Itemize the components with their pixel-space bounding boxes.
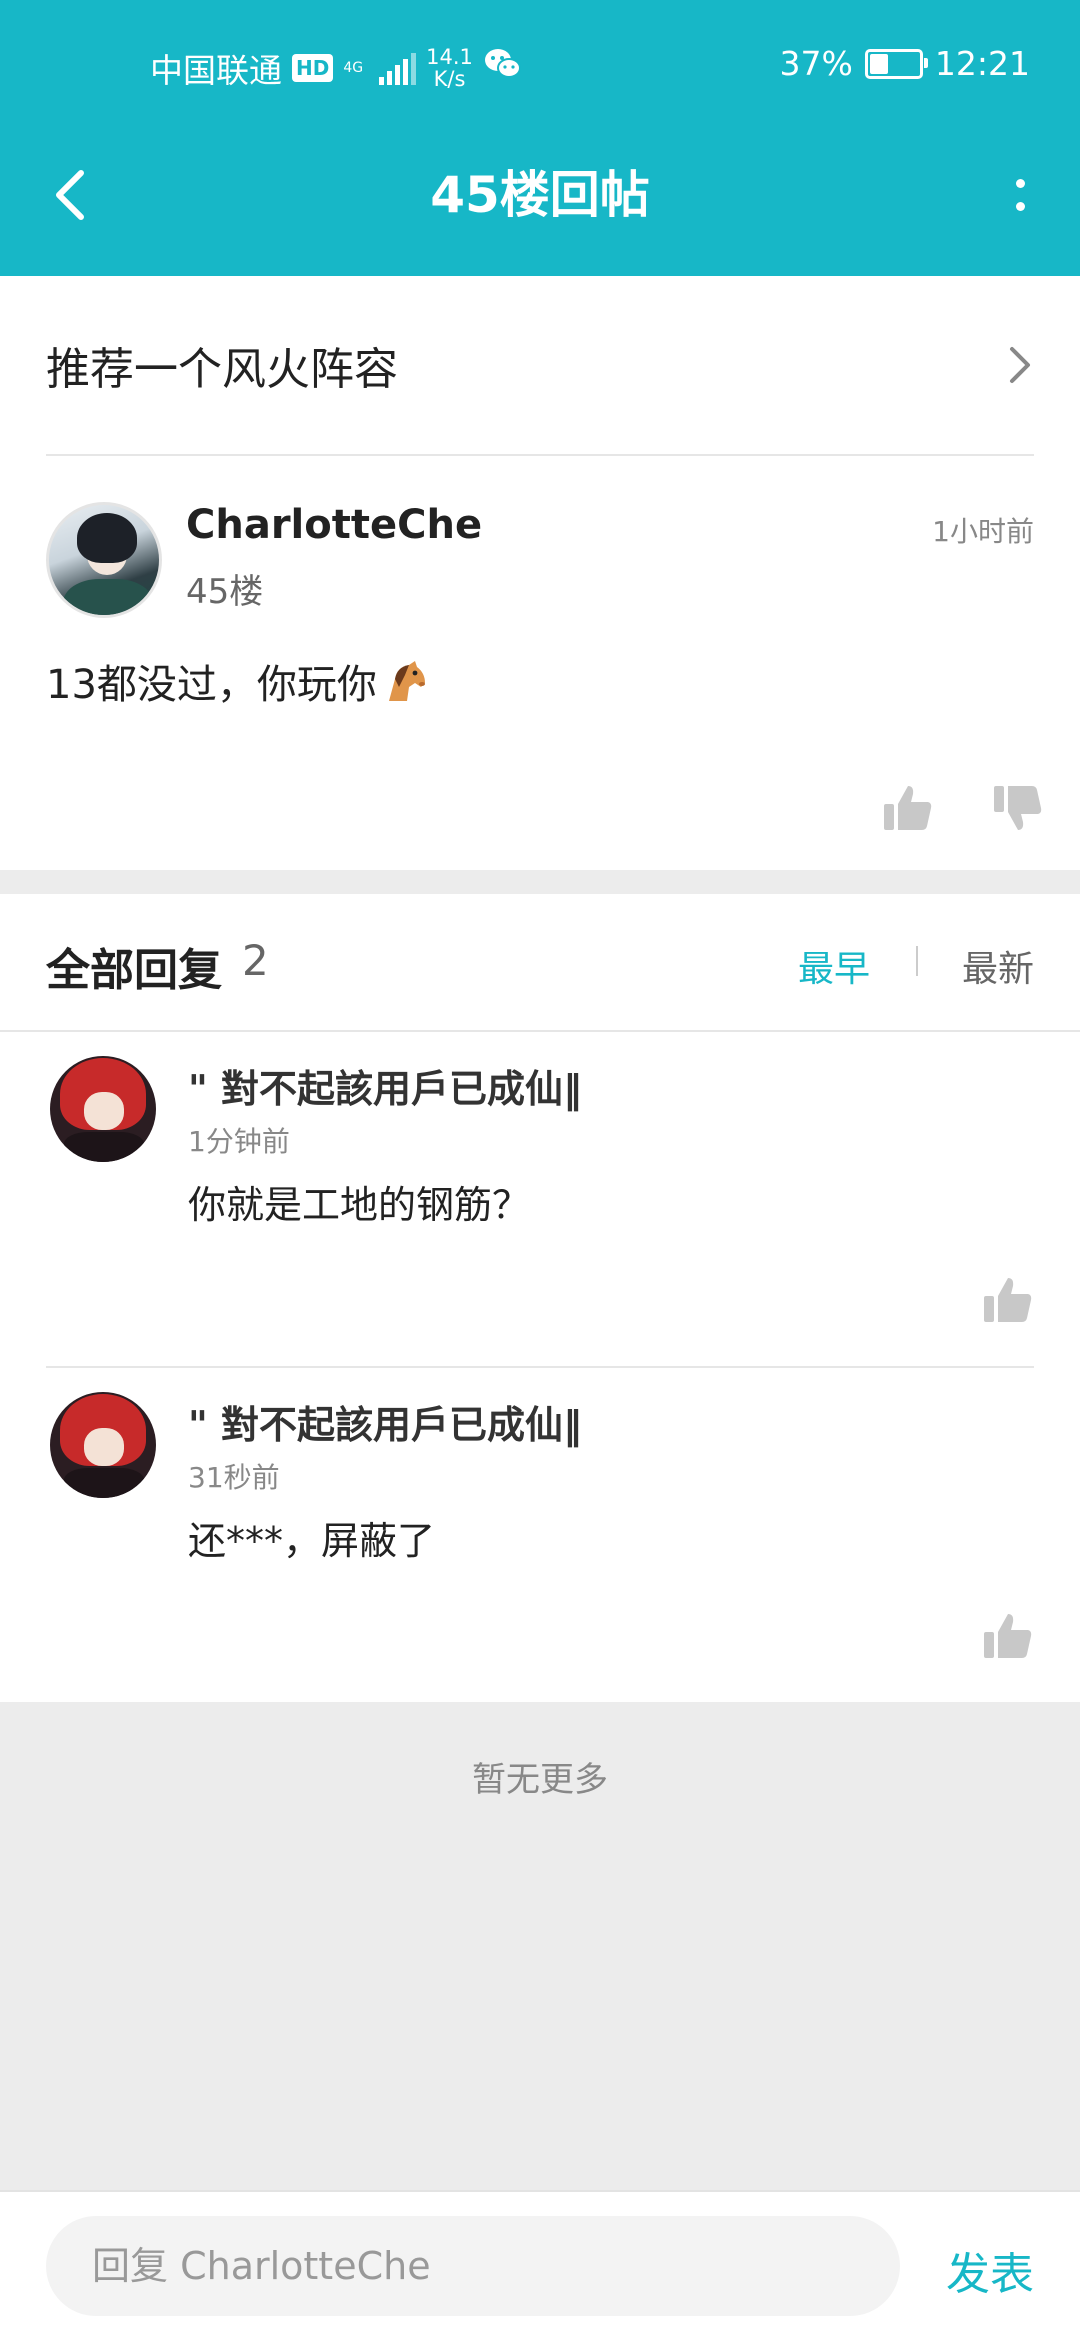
post-text: 13都没过，你玩你 [46,662,377,708]
chevron-right-icon [1010,347,1030,383]
reply-composer: 发表 [0,2190,1080,2342]
battery-percent: 37% [779,44,853,83]
sort-latest-tab[interactable]: 最新 [962,940,1034,992]
post-dislike-button[interactable] [992,782,1044,834]
reply-content: 你就是工地的钢筋？ [188,1183,531,1227]
reply-item: " 對不起該用戶已成仙‖ 1分钟前 你就是工地的钢筋？ [46,1032,1034,1368]
network-type: 4G [343,59,364,76]
more-dot [1015,179,1025,188]
battery-icon [864,48,928,79]
poster-avatar[interactable] [46,502,162,618]
reply-input[interactable] [46,2216,900,2316]
reply-author[interactable]: " 對不起該用戶已成仙‖ [188,1394,582,1449]
reply-like-button[interactable] [982,1610,1034,1662]
wechat-icon [483,47,523,89]
thumbs-up-icon [884,786,932,830]
reply-like-button[interactable] [982,1274,1034,1326]
status-bar: 中国联通 HD 4G 14.1 K/s 37% 12:21 [0,0,1080,130]
post-floor: 45楼 [186,572,264,612]
post-time: 1小时前 [932,515,1034,548]
replies-count: 2 [242,936,269,985]
signal-icon [379,51,417,85]
page-title: 45楼回帖 [430,166,650,224]
topic-title: 推荐一个风火阵容 [46,344,398,395]
poster-name[interactable]: CharlotteChe [186,502,482,548]
reply-time: 31秒前 [188,1461,280,1494]
carrier-label: 中国联通 [150,51,282,90]
reply-avatar[interactable] [50,1056,156,1162]
reply-time: 1分钟前 [188,1125,290,1158]
replies-title: 全部回复 [46,945,222,996]
network-speed: 14.1 K/s [426,46,473,90]
sort-divider [916,946,918,976]
replies-card: 全部回复 2 最早 最新 " 對不起該用戶已成仙‖ 1分钟前 你就是工地的钢筋？… [0,894,1080,1702]
more-dot [1015,202,1025,211]
nav-bar: 45楼回帖 [0,130,1080,276]
replies-header: 全部回复 2 最早 最新 [0,894,1080,1032]
more-options-button[interactable] [990,160,1050,230]
horse-emoji-icon [381,657,429,705]
speed-unit: K/s [433,67,466,91]
post-content: 13都没过，你玩你 [46,652,429,710]
topic-link[interactable]: 推荐一个风火阵容 [46,276,1034,456]
hd-badge: HD [292,54,334,82]
thumbs-down-icon [994,786,1042,830]
thumbs-up-icon [984,1278,1032,1322]
battery-fill [869,53,888,74]
send-button[interactable]: 发表 [946,2238,1034,2302]
no-more-label: 暂无更多 [472,1760,608,1800]
reply-item: " 對不起該用戶已成仙‖ 31秒前 还***，屏蔽了 [46,1368,1034,1702]
post-like-button[interactable] [882,782,934,834]
status-left: 中国联通 HD 4G 14.1 K/s [150,44,523,92]
clock: 12:21 [934,44,1030,83]
app-header: 中国联通 HD 4G 14.1 K/s 37% 12:21 45楼回帖 [0,0,1080,276]
reply-author[interactable]: " 對不起該用戶已成仙‖ [188,1058,582,1113]
post-card: 推荐一个风火阵容 CharlotteChe 45楼 1小时前 13都没过，你玩你 [0,276,1080,870]
thumbs-up-icon [984,1614,1032,1658]
sort-earliest-tab[interactable]: 最早 [798,940,870,992]
reply-avatar[interactable] [50,1392,156,1498]
speed-value: 14.1 [426,45,473,69]
reply-content: 还***，屏蔽了 [188,1519,436,1563]
status-right: 37% 12:21 [780,44,1030,83]
